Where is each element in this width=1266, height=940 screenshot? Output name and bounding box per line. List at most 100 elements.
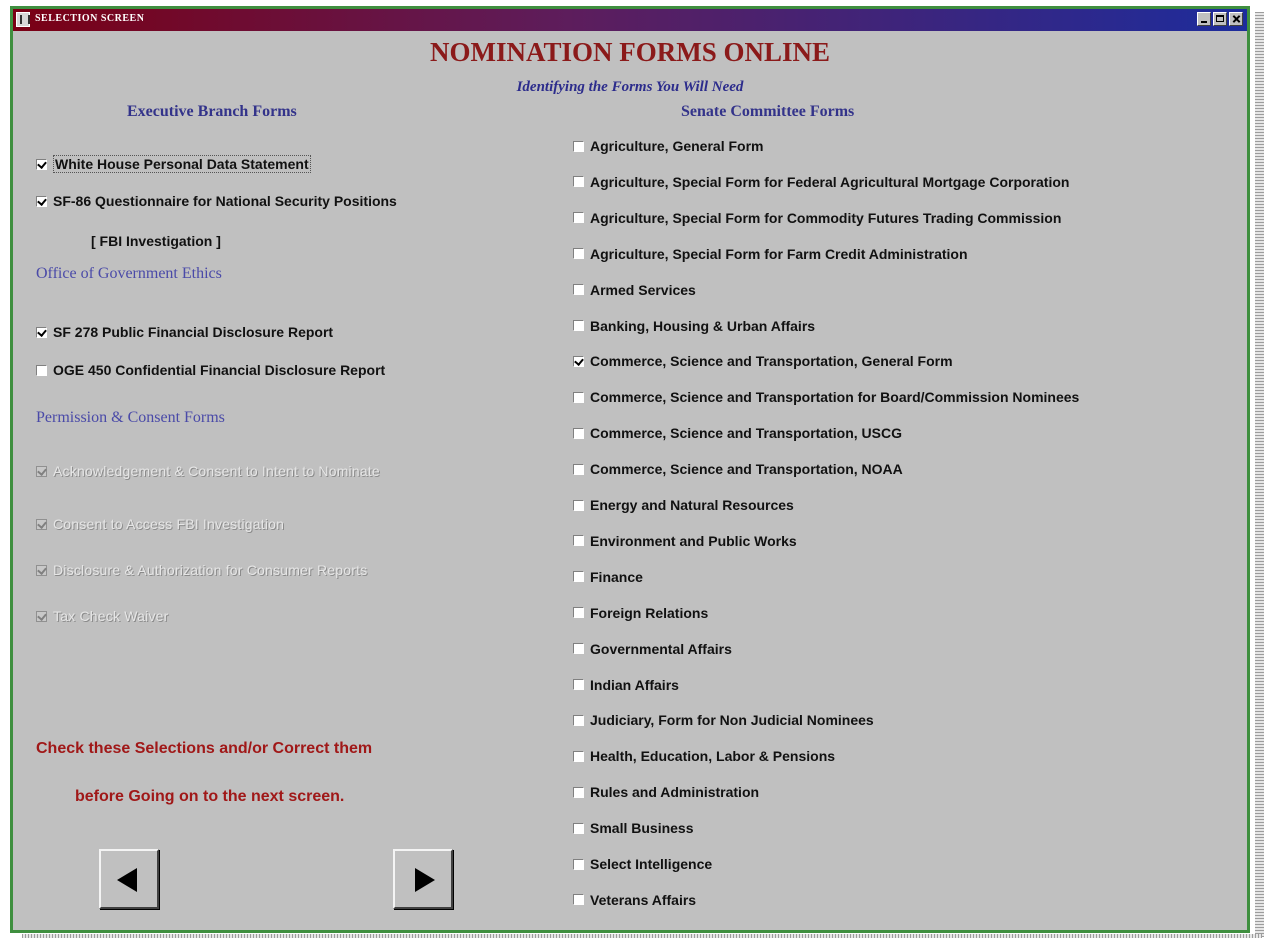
checkbox-box[interactable] xyxy=(573,463,584,475)
checkbox-box[interactable] xyxy=(573,499,584,511)
checkbox-box[interactable] xyxy=(36,195,47,207)
title-bar[interactable]: SELECTION SCREEN xyxy=(13,9,1247,31)
checkbox-label: Disclosure & Authorization for Consumer … xyxy=(53,562,368,578)
checkbox-box xyxy=(36,610,47,622)
checkbox-senate-item[interactable]: Banking, Housing & Urban Affairs xyxy=(573,318,815,334)
checkbox-senate-item[interactable]: Armed Services xyxy=(573,282,696,298)
checkbox-box[interactable] xyxy=(573,320,584,331)
checkbox-box[interactable] xyxy=(573,643,584,655)
checkbox-label: Banking, Housing & Urban Affairs xyxy=(590,317,816,334)
maximize-icon[interactable] xyxy=(1213,12,1227,26)
checkbox-senate-item[interactable]: Veterans Affairs xyxy=(573,892,696,908)
page-subtitle: Identifying the Forms You Will Need xyxy=(516,79,744,95)
window-controls xyxy=(1197,12,1243,26)
checkbox-acknowledgement-consent: Acknowledgement & Consent to Intent to N… xyxy=(36,463,380,479)
selection-window: SELECTION SCREEN NOMINATION FORMS ONLINE… xyxy=(10,6,1250,933)
checkbox-label: White House Personal Data Statement xyxy=(53,155,311,173)
checkbox-senate-item[interactable]: Environment and Public Works xyxy=(573,533,797,549)
checkbox-label: Governmental Affairs xyxy=(590,640,732,657)
checkbox-senate-item[interactable]: Commerce, Science and Transportation, NO… xyxy=(573,461,903,477)
checkbox-box[interactable] xyxy=(573,284,584,296)
right-arrow-icon xyxy=(415,868,435,892)
checkbox-box[interactable] xyxy=(573,571,584,583)
checkbox-box xyxy=(36,465,47,477)
checkbox-label: Agriculture, Special Form for Farm Credi… xyxy=(590,245,968,262)
checkbox-label: OGE 450 Confidential Financial Disclosur… xyxy=(53,362,386,378)
checkbox-box[interactable] xyxy=(36,326,47,338)
checkbox-label: Commerce, Science and Transportation, US… xyxy=(590,425,902,442)
checkbox-box[interactable] xyxy=(573,140,584,152)
checkbox-label: Acknowledgement & Consent to Intent to N… xyxy=(53,463,380,479)
next-button[interactable] xyxy=(393,849,453,909)
checkbox-sf278-public-financial[interactable]: SF 278 Public Financial Disclosure Repor… xyxy=(36,324,333,340)
checkbox-senate-item[interactable]: Agriculture, Special Form for Commodity … xyxy=(573,210,1061,226)
checkbox-senate-item[interactable]: Energy and Natural Resources xyxy=(573,497,794,513)
checkbox-box[interactable] xyxy=(573,248,584,260)
checkbox-senate-item[interactable]: Finance xyxy=(573,569,643,585)
checkbox-label: Armed Services xyxy=(590,281,696,298)
checkbox-box[interactable] xyxy=(36,364,47,376)
checkbox-senate-item[interactable]: Commerce, Science and Transportation, US… xyxy=(573,425,902,441)
checkbox-label: Agriculture, General Form xyxy=(590,138,764,154)
checkbox-senate-item[interactable]: Governmental Affairs xyxy=(573,641,732,657)
checkbox-label: Small Business xyxy=(590,820,694,837)
instruction-line-2: before Going on to the next screen. xyxy=(75,788,345,805)
checkbox-box[interactable] xyxy=(573,786,584,798)
checkbox-label: Judiciary, Form for Non Judicial Nominee… xyxy=(590,712,874,729)
checkbox-label: Environment and Public Works xyxy=(590,532,797,549)
checkbox-label: Energy and Natural Resources xyxy=(590,497,794,513)
checkbox-box[interactable] xyxy=(573,212,584,224)
checkbox-box xyxy=(36,518,47,530)
checkbox-box[interactable] xyxy=(36,158,47,170)
checkbox-label: SF-86 Questionnaire for National Securit… xyxy=(53,193,397,209)
permission-heading: Permission & Consent Forms xyxy=(36,409,225,426)
checkbox-consent-fbi-access: Consent to Access FBI Investigation xyxy=(36,516,284,532)
checkbox-senate-item[interactable]: Indian Affairs xyxy=(573,677,679,693)
instruction-line-1: Check these Selections and/or Correct th… xyxy=(36,740,373,757)
checkbox-senate-item[interactable]: Agriculture, General Form xyxy=(573,138,763,154)
checkbox-box[interactable] xyxy=(573,391,584,403)
minimize-icon[interactable] xyxy=(1197,12,1211,26)
checkbox-box[interactable] xyxy=(573,714,584,726)
checkbox-box[interactable] xyxy=(573,750,584,762)
checkbox-label: Rules and Administration xyxy=(590,784,760,801)
window-title: SELECTION SCREEN xyxy=(35,13,145,24)
checkbox-senate-item[interactable]: Health, Education, Labor & Pensions xyxy=(573,748,835,764)
checkbox-tax-check-waiver: Tax Check Waiver xyxy=(36,608,169,624)
checkbox-sf86-questionnaire[interactable]: SF-86 Questionnaire for National Securit… xyxy=(36,193,397,209)
checkbox-box[interactable] xyxy=(573,679,584,690)
checkbox-white-house-personal-data[interactable]: White House Personal Data Statement xyxy=(36,155,311,173)
checkbox-senate-item[interactable]: Rules and Administration xyxy=(573,784,759,800)
checkbox-label: Commerce, Science and Transportation, NO… xyxy=(590,461,903,478)
checkbox-senate-item[interactable]: Commerce, Science and Transportation for… xyxy=(573,389,1079,405)
close-icon[interactable] xyxy=(1229,12,1243,26)
checkbox-disclosure-authorization: Disclosure & Authorization for Consumer … xyxy=(36,562,367,578)
back-button[interactable] xyxy=(99,849,159,909)
checkbox-label: Tax Check Waiver xyxy=(53,608,169,624)
checkbox-senate-item[interactable]: Agriculture, Special Form for Federal Ag… xyxy=(573,174,1069,190)
checkbox-box[interactable] xyxy=(573,607,584,619)
window-shadow-right xyxy=(1255,12,1264,937)
checkbox-box[interactable] xyxy=(573,176,584,188)
checkbox-label: Finance xyxy=(590,568,643,585)
checkbox-label: Commerce, Science and Transportation, Ge… xyxy=(590,353,953,370)
checkbox-box[interactable] xyxy=(573,535,584,547)
checkbox-senate-item[interactable]: Agriculture, Special Form for Farm Credi… xyxy=(573,246,968,262)
checkbox-box[interactable] xyxy=(573,427,584,439)
checkbox-senate-item[interactable]: Small Business xyxy=(573,820,694,836)
checkbox-box[interactable] xyxy=(573,822,584,834)
checkbox-senate-item[interactable]: Commerce, Science and Transportation, Ge… xyxy=(573,353,953,369)
checkbox-label: Veterans Affairs xyxy=(590,891,697,908)
checkbox-label: Select Intelligence xyxy=(590,856,713,872)
checkbox-box[interactable] xyxy=(573,894,584,906)
checkbox-senate-item[interactable]: Select Intelligence xyxy=(573,856,712,872)
app-icon xyxy=(16,12,30,27)
checkbox-oge450-confidential[interactable]: OGE 450 Confidential Financial Disclosur… xyxy=(36,362,385,378)
ethics-heading: Office of Government Ethics xyxy=(36,265,222,282)
checkbox-senate-item[interactable]: Judiciary, Form for Non Judicial Nominee… xyxy=(573,712,874,728)
checkbox-senate-item[interactable]: Foreign Relations xyxy=(573,605,708,621)
checkbox-label: Commerce, Science and Transportation for… xyxy=(590,389,1080,406)
checkbox-box xyxy=(36,564,47,576)
checkbox-box[interactable] xyxy=(573,858,584,870)
checkbox-box[interactable] xyxy=(573,355,584,367)
